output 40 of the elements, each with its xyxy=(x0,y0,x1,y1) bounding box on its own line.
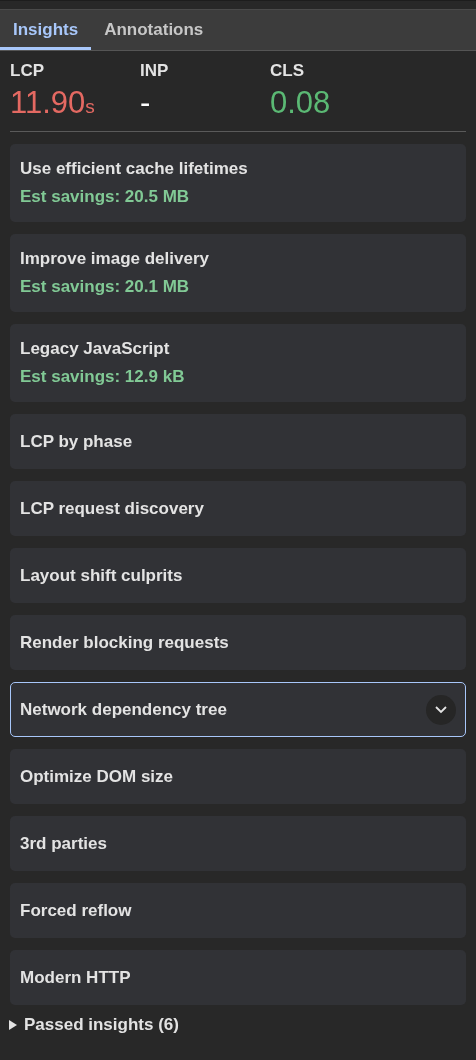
panel-tab[interactable]: Insights xyxy=(0,10,92,50)
insight-card[interactable]: Forced reflow xyxy=(10,883,466,938)
insight-card[interactable]: Layout shift culprits xyxy=(10,548,466,603)
passed-insights-label: Passed insights (6) xyxy=(24,1015,179,1035)
insight-title: Forced reflow xyxy=(20,900,133,921)
metric-value: 11.90s xyxy=(10,85,96,121)
insight-title: Optimize DOM size xyxy=(20,766,175,787)
metric-value: 0.08 xyxy=(270,85,332,121)
savings-text: Est savings: 20.5 MB xyxy=(20,187,191,207)
insight-card[interactable]: LCP by phase xyxy=(10,414,466,469)
insight-title: Legacy JavaScript xyxy=(20,339,171,359)
insight-title: Use efficient cache lifetimes xyxy=(20,159,249,179)
insight-card[interactable]: LCP request discovery xyxy=(10,481,466,536)
insight-card[interactable]: Use efficient cache lifetimes Est savings: 20.5 MB xyxy=(10,144,466,222)
insight-title: Layout shift culprits xyxy=(20,565,184,586)
passed-insights-toggle[interactable]: Passed insights (6) xyxy=(8,1015,476,1035)
insight-title: LCP by phase xyxy=(20,431,134,452)
chevron-down-icon xyxy=(435,705,447,714)
insight-card[interactable]: Modern HTTP xyxy=(10,950,466,1005)
insight-card[interactable]: Render blocking requests xyxy=(10,615,466,670)
metric-label: LCP xyxy=(10,61,45,81)
insight-title: LCP request discovery xyxy=(20,498,205,519)
metric-value: - xyxy=(140,85,152,121)
panel-tab[interactable]: Annotations xyxy=(91,10,217,50)
insight-title: Modern HTTP xyxy=(20,967,132,988)
insight-title: 3rd parties xyxy=(20,833,108,854)
insight-title: Network dependency tree xyxy=(20,699,228,720)
insight-card[interactable]: Legacy JavaScript Est savings: 12.9 kB xyxy=(10,324,466,402)
insight-card[interactable]: 3rd parties xyxy=(10,816,466,871)
insight-title: Render blocking requests xyxy=(20,632,230,653)
insight-card[interactable]: Optimize DOM size xyxy=(10,749,466,804)
insight-title: Improve image delivery xyxy=(20,249,210,269)
insight-card[interactable]: Improve image delivery Est savings: 20.1 MB xyxy=(10,234,466,312)
savings-text: Est savings: 12.9 kB xyxy=(20,367,186,387)
triangle-right-icon xyxy=(8,1020,18,1030)
expand-button[interactable] xyxy=(426,694,456,725)
metric-label: CLS xyxy=(270,61,305,81)
insight-card[interactable]: Network dependency tree xyxy=(10,682,466,737)
metric-label: INP xyxy=(140,61,170,81)
savings-text: Est savings: 20.1 MB xyxy=(20,277,191,297)
